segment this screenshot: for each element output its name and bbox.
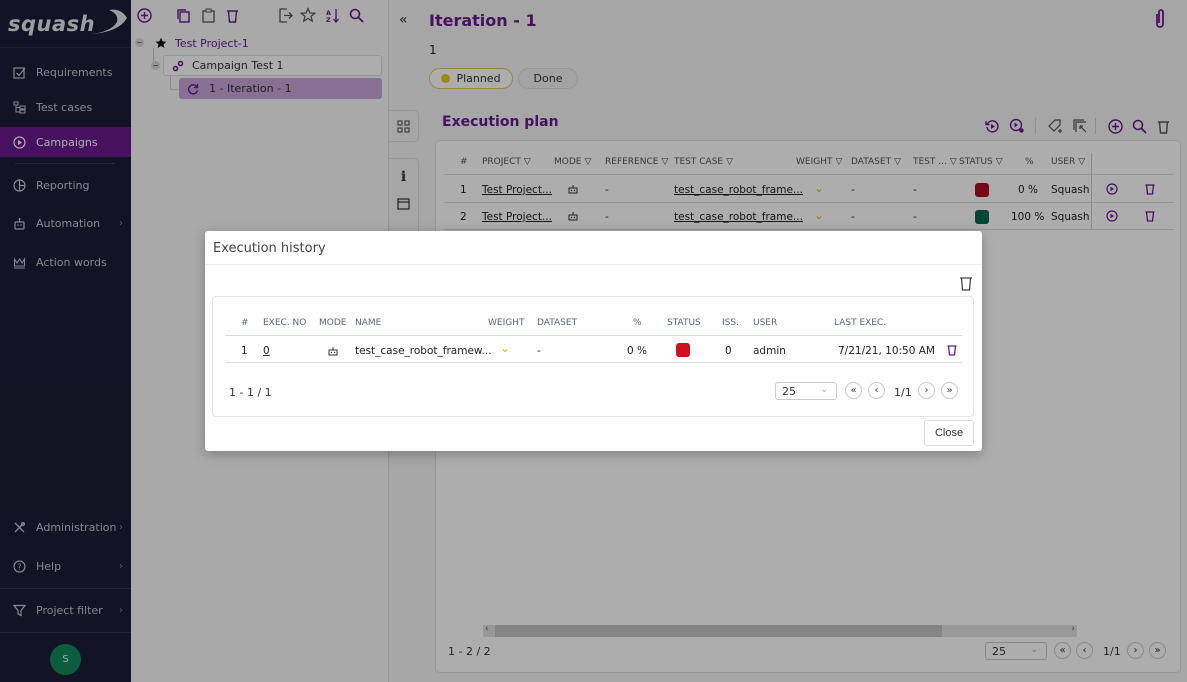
page-indicator: 1/1 xyxy=(894,386,912,399)
status-failure-indicator xyxy=(676,343,690,357)
row-divider xyxy=(225,335,962,336)
page-size-select[interactable]: 25 ⌄ xyxy=(775,382,837,400)
dialog-header-divider xyxy=(205,264,982,265)
percent-cell: 0 % xyxy=(627,345,647,357)
column-header-exec-no: EXEC. NO xyxy=(263,318,307,328)
user-cell: admin xyxy=(753,345,786,357)
last-execution-date: 7/21/21, 10:50 AM xyxy=(838,345,935,357)
column-header-dataset: DATASET xyxy=(537,318,578,328)
column-header-weight: WEIGHT xyxy=(488,318,525,328)
issues-count: 0 xyxy=(725,345,732,357)
column-header-user: USER xyxy=(753,318,778,328)
previous-page-button[interactable]: ‹ xyxy=(868,382,885,399)
column-header-last-exec: LAST EXEC. xyxy=(834,318,887,328)
close-button[interactable]: Close xyxy=(924,420,974,446)
robot-icon xyxy=(328,346,338,359)
row-divider xyxy=(225,362,962,363)
weight-low-icon: ⌄ xyxy=(500,341,511,355)
next-page-button[interactable]: › xyxy=(918,382,935,399)
delete-icon[interactable] xyxy=(959,275,973,294)
dataset-cell: - xyxy=(537,345,541,357)
column-header-status: STATUS xyxy=(667,318,701,328)
first-page-button[interactable]: « xyxy=(845,382,862,399)
column-header-issues: ISS. xyxy=(722,318,739,328)
execution-name: test_case_robot_framew... xyxy=(355,345,492,357)
chevron-down-icon: ⌄ xyxy=(820,385,828,395)
column-header-percent: % xyxy=(633,318,642,328)
execution-number-link[interactable]: 0 xyxy=(263,345,270,357)
execution-history-table: # EXEC. NO MODE NAME WEIGHT DATASET % ST… xyxy=(212,296,974,417)
column-header-index: # xyxy=(241,318,249,328)
row-index: 1 xyxy=(241,345,248,357)
column-header-name: NAME xyxy=(355,318,382,328)
last-page-button[interactable]: » xyxy=(941,382,958,399)
paging-range: 1 - 1 / 1 xyxy=(229,386,272,399)
column-header-mode: MODE xyxy=(319,318,347,328)
app-root: squash Requirements Test cases Campaigns xyxy=(0,0,1187,682)
execution-history-dialog: Execution history # EXEC. NO MODE NAME W… xyxy=(205,231,982,451)
page-size-value: 25 xyxy=(782,384,796,398)
dialog-title: Execution history xyxy=(213,241,326,256)
delete-icon[interactable] xyxy=(946,344,958,359)
